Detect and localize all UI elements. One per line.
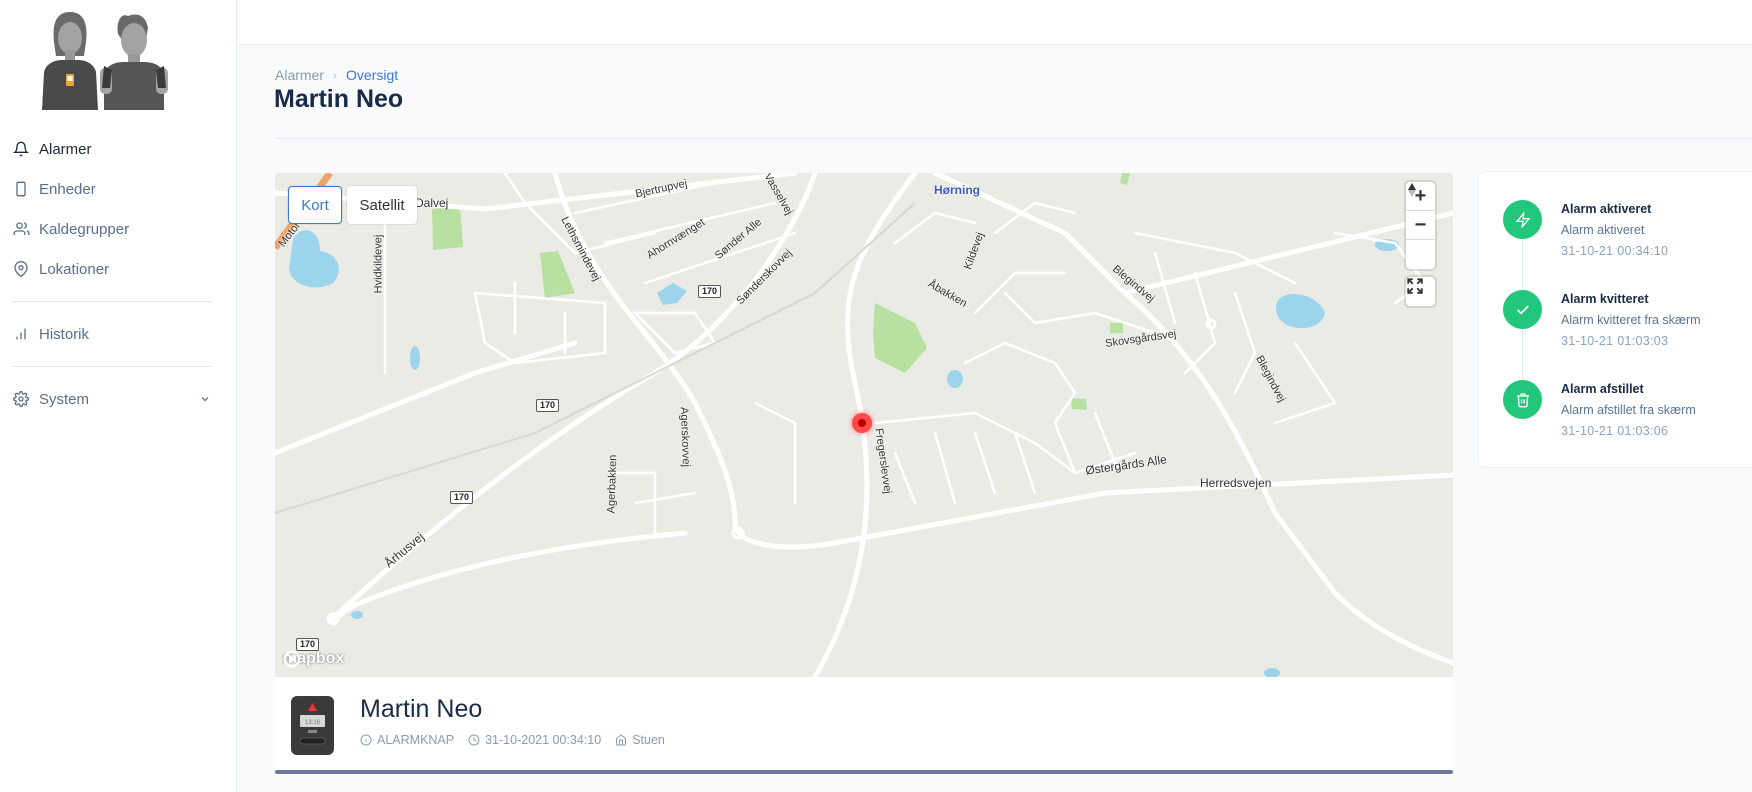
alarm-timeline: Alarm aktiveret Alarm aktiveret 31-10-21… <box>1479 172 1752 467</box>
alarm-button-device-image: 13:16 <box>291 696 334 755</box>
sidebar-divider <box>12 301 212 302</box>
route-shield: 170 <box>450 491 474 504</box>
device-timestamp-label: 31-10-2021 00:34:10 <box>485 733 602 747</box>
clock-icon <box>468 734 481 747</box>
sidebar-divider <box>12 366 212 367</box>
sidebar-item-label: Historik <box>39 325 90 343</box>
lightning-icon <box>1503 200 1542 239</box>
sidebar-item-label: Lokationer <box>39 260 110 278</box>
sidebar-item-enheder[interactable]: Enheder <box>12 177 96 201</box>
map-label-horning: Hørning <box>934 183 980 197</box>
device-meta: ALARMKNAP 31-10-2021 00:34:10 Stuen <box>360 733 679 747</box>
info-icon <box>360 734 373 747</box>
device-location-label: Stuen <box>632 733 665 747</box>
timeline-time: 31-10-21 01:03:06 <box>1561 424 1669 438</box>
device-icon <box>12 180 30 198</box>
route-shield: 170 <box>536 399 560 412</box>
timeline-description: Alarm afstillet fra skærm <box>1561 403 1696 417</box>
top-bar <box>237 0 1752 45</box>
mapbox-logo[interactable]: mapbox <box>283 650 344 668</box>
sidebar: Alarmer Enheder Kaldegrupper Lokationer … <box>0 0 237 792</box>
trash-icon <box>1503 380 1542 419</box>
sidebar-item-label: Enheder <box>39 180 96 198</box>
check-icon <box>1503 290 1542 329</box>
timeline-description: Alarm aktiveret <box>1561 223 1645 237</box>
zoom-controls: + − <box>1406 182 1435 269</box>
map-view-button[interactable]: Kort <box>288 186 342 224</box>
device-info: 13:16 Martin Neo ALARMKNAP 31-10-2021 00… <box>275 677 1453 772</box>
sidebar-item-label: Alarmer <box>39 140 92 158</box>
bar-chart-icon <box>12 325 30 343</box>
timeline-title: Alarm afstillet <box>1561 382 1644 396</box>
breadcrumb-alarmer[interactable]: Alarmer <box>275 67 324 83</box>
compass-button[interactable] <box>1406 183 1435 269</box>
sidebar-item-lokationer[interactable]: Lokationer <box>12 257 109 281</box>
alarm-location-marker[interactable] <box>852 413 872 433</box>
header-divider <box>275 138 1752 139</box>
timeline-time: 31-10-21 00:34:10 <box>1561 244 1669 258</box>
satellite-view-button[interactable]: Satellit <box>347 186 417 224</box>
map-label-dalvej: Dalvej <box>415 196 449 210</box>
timeline-description: Alarm kvitteret fra skærm <box>1561 313 1701 327</box>
home-icon <box>615 733 628 747</box>
map-label-hvidkildevej: Hvidkildevej <box>372 234 385 294</box>
fullscreen-icon <box>1407 278 1423 294</box>
compass-icon <box>1408 183 1416 197</box>
users-icon <box>12 220 30 238</box>
chevron-down-icon[interactable] <box>198 392 212 406</box>
mapbox-icon <box>283 650 301 668</box>
timeline-time: 31-10-21 01:03:03 <box>1561 334 1669 348</box>
device-card-bottom-bar <box>275 770 1453 774</box>
map-label-agerskovvej: Agerskovvej <box>677 406 693 468</box>
fullscreen-button[interactable] <box>1406 277 1435 306</box>
breadcrumb: Alarmer › Oversigt <box>275 67 398 83</box>
device-type: ALARMKNAP <box>360 733 454 747</box>
map[interactable]: Hørning Dalvej Bjertrupvej Motorvej Hvid… <box>275 173 1453 677</box>
device-name: Martin Neo <box>360 695 483 723</box>
device-screen-time: 13:16 <box>305 720 321 726</box>
map-label-herredsvejen: Herredsvejen <box>1200 476 1272 490</box>
location-pin-icon <box>12 260 30 278</box>
sidebar-item-label: Kaldegrupper <box>39 220 130 238</box>
page-title: Martin Neo <box>274 85 404 113</box>
sidebar-item-alarmer[interactable]: Alarmer <box>12 137 92 161</box>
device-location: Stuen <box>615 733 665 747</box>
sidebar-item-kaldegrupper[interactable]: Kaldegrupper <box>12 217 129 241</box>
bell-icon <box>12 140 30 158</box>
timeline-title: Alarm kvitteret <box>1561 292 1649 306</box>
sidebar-item-label: System <box>39 390 90 408</box>
users-illustration <box>38 10 188 110</box>
timeline-title: Alarm aktiveret <box>1561 202 1652 216</box>
gear-icon <box>12 390 30 408</box>
device-type-label: ALARMKNAP <box>377 733 455 747</box>
breadcrumb-oversigt[interactable]: Oversigt <box>346 67 398 83</box>
zoom-out-button[interactable]: − <box>1406 211 1435 240</box>
map-label-agerbakken: Agerbakken <box>605 454 620 514</box>
route-shield: 170 <box>698 285 722 298</box>
sidebar-item-historik[interactable]: Historik <box>12 322 89 346</box>
sidebar-item-system[interactable]: System <box>12 387 209 411</box>
device-timestamp: 31-10-2021 00:34:10 <box>468 733 601 747</box>
chevron-right-icon: › <box>333 68 338 82</box>
